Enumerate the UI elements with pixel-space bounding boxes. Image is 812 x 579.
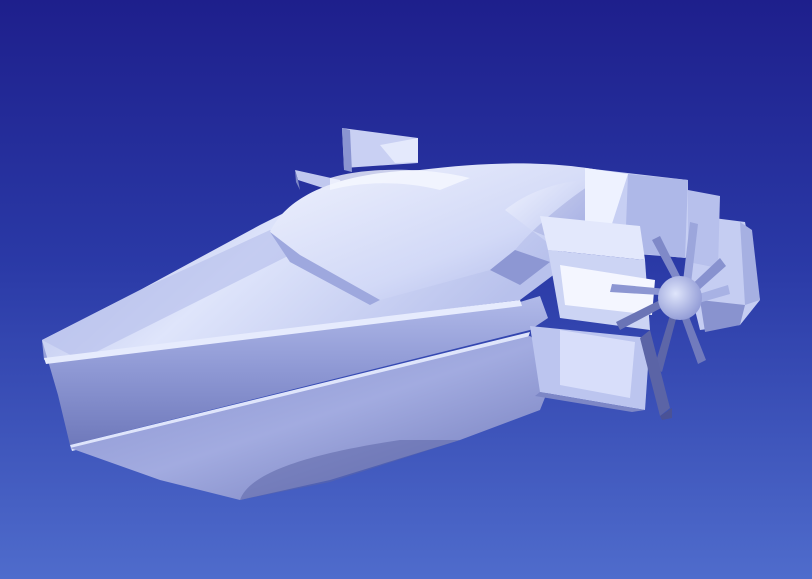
render-viewport bbox=[0, 0, 812, 579]
boat-model-render bbox=[0, 0, 812, 579]
paddle-hub bbox=[658, 276, 702, 320]
